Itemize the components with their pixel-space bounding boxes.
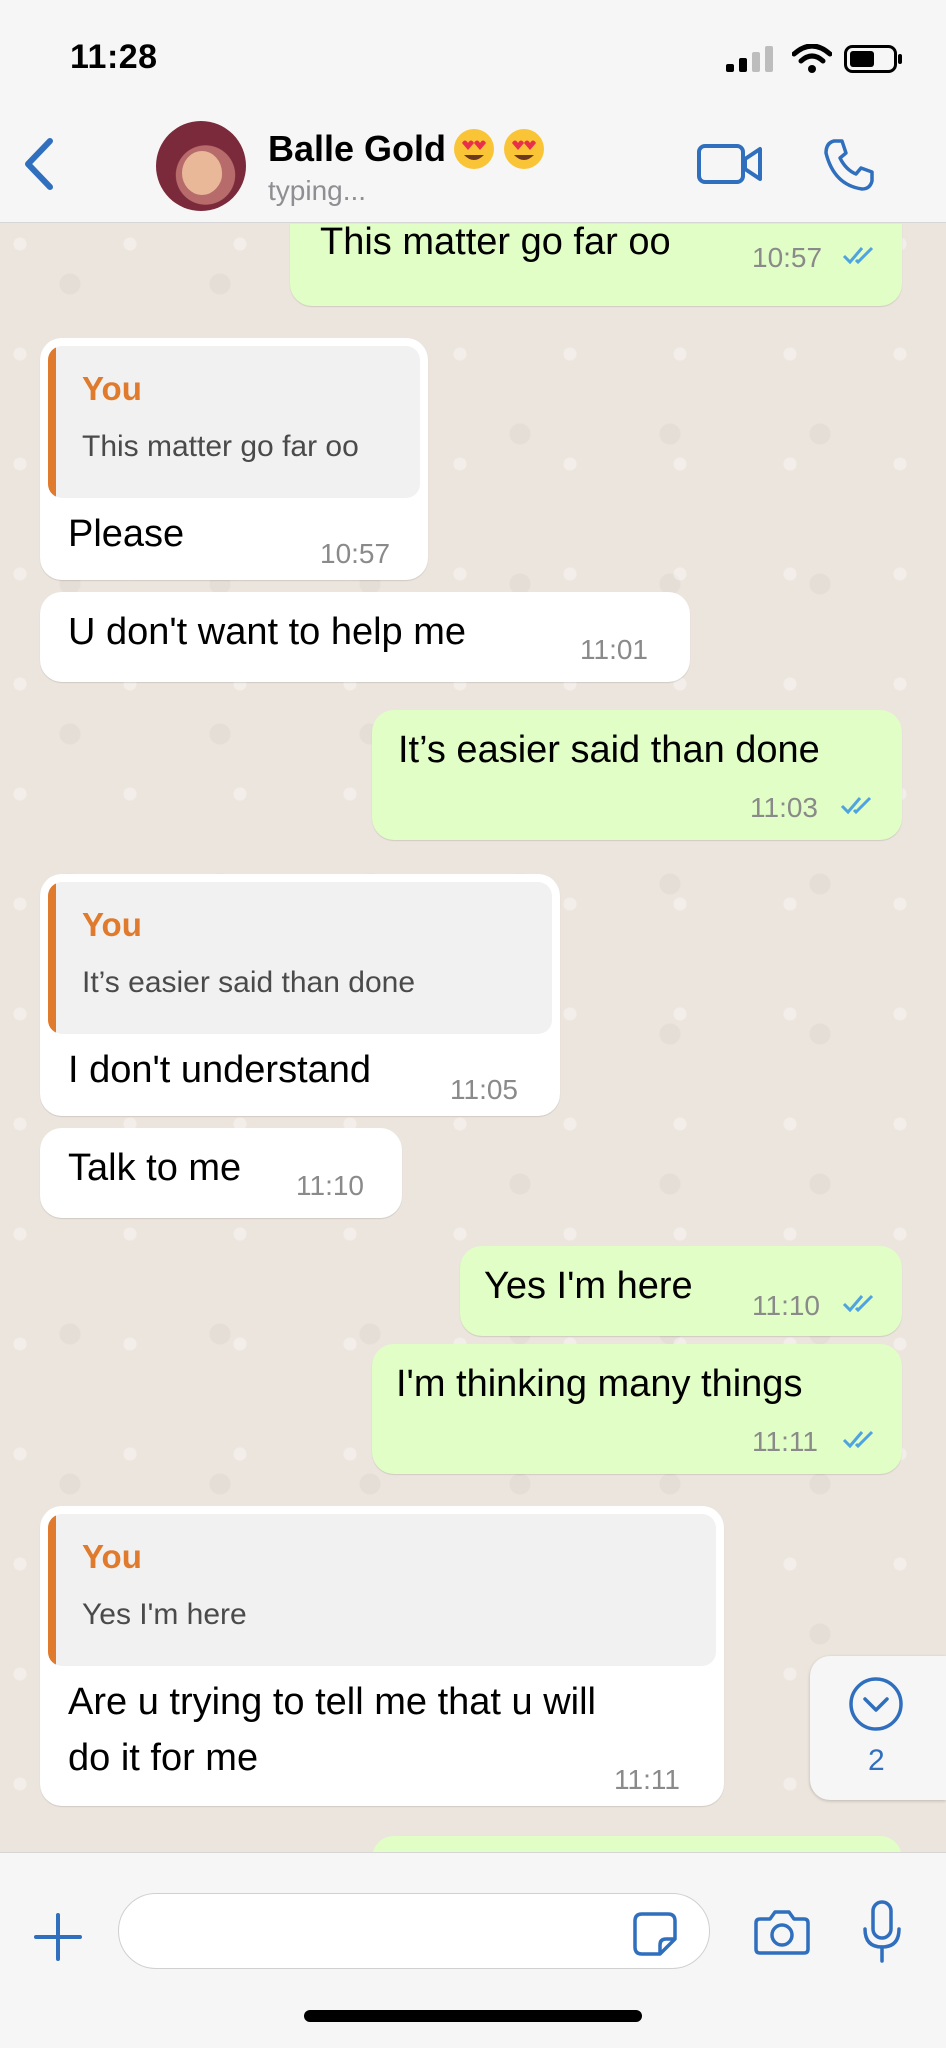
status-time: 11:28 [70,38,158,76]
read-receipt-icon [842,1430,874,1449]
quote-author: You [82,370,142,407]
wifi-icon [792,44,832,73]
sticker-button[interactable] [632,1911,678,1957]
contact-avatar[interactable] [156,121,246,211]
message-time: 11:01 [580,634,648,665]
quote-author: You [82,1538,142,1575]
chat-messages[interactable]: This matter go far oo 10:57 You This mat… [0,224,946,1852]
video-camera-icon [697,144,762,184]
chat-header: Balle Gold typing... [0,105,946,223]
quote-text: It’s easier said than done [82,966,416,999]
back-button[interactable] [18,135,62,193]
quoted-message[interactable]: You This matter go far oo [48,346,420,498]
microphone-button[interactable] [862,1899,902,1965]
message-text: I don't understand [68,1049,372,1091]
message-bubble-incoming[interactable]: You It’s easier said than done I don't u… [40,874,560,1116]
video-call-button[interactable] [696,141,764,187]
message-bubble-incoming[interactable]: You This matter go far oo Please 10:57 [40,338,428,580]
message-bubble-outgoing[interactable]: Yes I'm here 11:10 [460,1246,902,1336]
heart-eyes-emoji-icon [504,129,545,169]
message-bubble-incoming[interactable]: Talk to me 11:10 [40,1128,402,1218]
message-time: 10:57 [320,538,391,569]
quote-bar [48,346,56,498]
battery-icon [844,45,902,73]
quote-bar [48,1514,56,1666]
unread-count: 2 [868,1744,885,1777]
read-receipt-icon [842,1294,874,1313]
message-bubble-outgoing[interactable]: It’s easier said than done 11:03 [372,710,902,840]
message-bubble-outgoing[interactable] [372,1836,902,1852]
message-time: 11:11 [614,1764,680,1795]
message-text: Yes I'm here [484,1265,693,1307]
camera-button[interactable] [754,1907,810,1957]
message-time: 11:11 [752,1426,818,1457]
quote-author: You [82,906,142,943]
read-receipt-icon [842,246,874,265]
message-text: It’s easier said than done [398,729,820,771]
message-time: 11:10 [752,1290,820,1321]
message-time: 11:10 [296,1170,364,1201]
message-time: 11:05 [450,1074,518,1105]
sticker-icon [633,1912,677,1956]
contact-name-text: Balle Gold [268,128,447,169]
message-bubble-outgoing[interactable]: This matter go far oo 10:57 [290,224,902,306]
status-icons [724,44,904,74]
contact-status: typing... [268,175,367,206]
message-text: Please [68,513,185,555]
scroll-to-bottom-button[interactable]: 2 [810,1656,946,1800]
message-text: Talk to me [68,1147,242,1189]
avatar-face [182,151,222,195]
status-bar: 11:28 [0,0,946,105]
message-time: 11:03 [750,792,818,823]
quote-bar [48,882,56,1034]
voice-call-button[interactable] [820,137,876,193]
message-time: 10:57 [752,242,823,273]
microphone-icon [863,1900,901,1963]
read-receipt-icon [840,796,872,815]
message-bubble-incoming[interactable]: U don't want to help me 11:01 [40,592,690,682]
home-indicator[interactable] [304,2010,642,2022]
quote-text: This matter go far oo [82,430,359,463]
signal-icon [726,46,773,72]
message-text: U don't want to help me [68,611,467,653]
message-text-line-1: Are u trying to tell me that u will [68,1681,596,1723]
message-text: This matter go far oo [320,224,671,263]
quote-text: Yes I'm here [82,1598,247,1631]
camera-icon [754,1910,810,1955]
quoted-message[interactable]: You It’s easier said than done [48,882,552,1034]
message-input[interactable] [118,1893,710,1969]
contact-name[interactable]: Balle Gold [268,127,546,171]
plus-icon [34,1913,82,1961]
attach-button[interactable] [30,1909,86,1965]
message-bubble-incoming[interactable]: You Yes I'm here Are u trying to tell me… [40,1506,724,1806]
chevron-down-circle-icon [849,1677,903,1731]
message-bubble-outgoing[interactable]: I'm thinking many things 11:11 [372,1344,902,1474]
phone-icon [824,139,874,191]
quoted-message[interactable]: You Yes I'm here [48,1514,716,1666]
heart-eyes-emoji-icon [454,129,495,169]
chevron-left-icon [25,138,53,190]
message-text: I'm thinking many things [396,1363,803,1405]
message-text-line-2: do it for me [68,1737,259,1779]
